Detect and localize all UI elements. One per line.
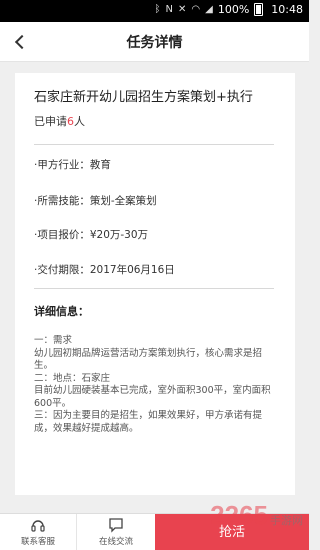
applied-count: 已申请6人 [34, 113, 85, 129]
divider [34, 144, 274, 145]
detail-line: 三：因为主要目的是招生，如果效果好，甲方承诺有提成，效果越好提成越高。 [34, 410, 263, 434]
watermark-sub: 手游网 [270, 515, 303, 527]
clock: 10:48 [271, 3, 303, 16]
info-label: ·项目报价： [34, 229, 90, 241]
info-value: 教育 [89, 159, 111, 171]
contact-service-button[interactable]: 联系客服 [0, 514, 77, 550]
info-value: 策划-全案策划 [89, 195, 157, 207]
status-bar: ᛒ N ✕ ◠ ◢ 100% 10:48 [0, 0, 309, 22]
wifi-icon: ◠ [191, 4, 201, 15]
info-value: 2017年06月16日 [89, 264, 175, 276]
info-row-deadline: ·交付期限：2017年06月16日 [34, 262, 175, 277]
info-row-industry: ·甲方行业：教育 [34, 157, 111, 172]
battery-percent: 100% [217, 3, 250, 16]
contact-label: 联系客服 [20, 537, 55, 547]
chat-label: 在线交流 [98, 537, 133, 547]
app-header: 任务详情 [0, 22, 309, 62]
nfc-icon: N [165, 4, 174, 15]
applied-number: 6 [67, 115, 74, 128]
detail-line: 一：需求 [34, 335, 73, 346]
info-label: ·所需技能： [34, 195, 90, 207]
info-row-price: ·项目报价：¥20万-30万 [34, 227, 148, 242]
detail-line: 目前幼儿园硬装基本已完成，室外面积300平，室内面积600平。 [34, 385, 271, 409]
info-row-skill: ·所需技能：策划-全案策划 [34, 193, 157, 208]
info-label: ·甲方行业： [34, 159, 90, 171]
info-value: ¥20万-30万 [89, 229, 149, 241]
battery-icon [254, 3, 264, 16]
detail-body: 一：需求 幼儿园初期品牌运营活动方案策划执行，核心需求是招生。 二：地点：石家庄… [34, 335, 277, 435]
detail-line: 二：地点：石家庄 [34, 372, 111, 384]
task-card: 石家庄新开幼儿园招生方案策划+执行 已申请6人 ·甲方行业：教育 ·所需技能：策… [15, 73, 295, 495]
detail-label: 详细信息： [34, 305, 89, 318]
bluetooth-icon: ᛒ [154, 4, 161, 15]
mute-icon: ✕ [178, 4, 187, 15]
chat-bubble-icon [109, 518, 123, 533]
headset-icon [31, 520, 45, 532]
status-icons: ᛒ N ✕ ◠ ◢ 100% 10:48 [155, 3, 303, 16]
divider [34, 288, 274, 289]
info-label: ·交付期限： [34, 264, 90, 276]
applied-prefix: 已申请 [34, 115, 67, 128]
task-title: 石家庄新开幼儿园招生方案策划+执行 [34, 90, 253, 105]
detail-line: 幼儿园初期品牌运营活动方案策划执行，核心需求是招生。 [34, 347, 263, 372]
online-chat-button[interactable]: 在线交流 [77, 514, 155, 550]
watermark-logo: 2265 手游网 [210, 500, 303, 531]
page-title: 任务详情 [126, 35, 183, 51]
applied-suffix: 人 [74, 115, 85, 128]
signal-icon: ◢ [205, 4, 213, 15]
watermark-number: 2265 [210, 500, 268, 530]
